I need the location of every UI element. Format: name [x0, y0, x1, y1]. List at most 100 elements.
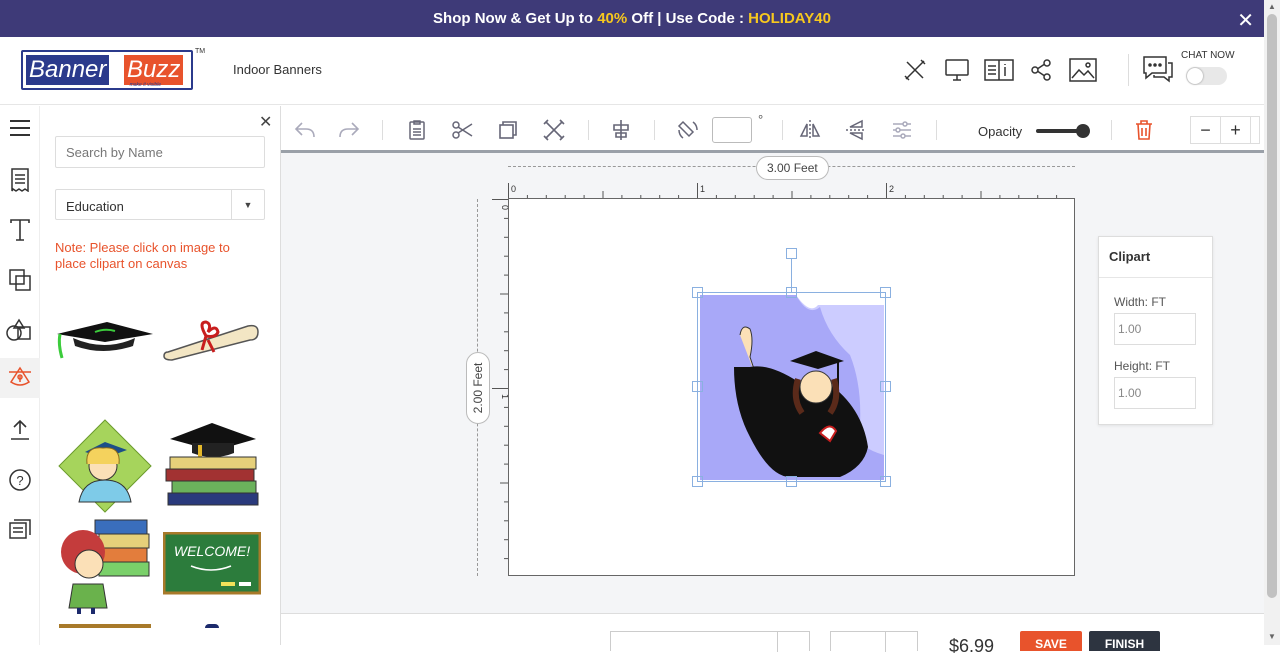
- chevron-down-icon[interactable]: ▼: [231, 190, 264, 219]
- clipart-diploma-scroll[interactable]: [162, 289, 262, 384]
- clipart-welcome-chalkboard[interactable]: WELCOME!: [162, 516, 262, 611]
- editor-toolbar: ° Opacity − +: [281, 106, 1264, 153]
- clipart-graduation-cap[interactable]: [55, 289, 155, 384]
- promo-bar: Shop Now & Get Up to 40% Off | Use Code …: [0, 0, 1264, 37]
- align-center-icon[interactable]: [608, 118, 634, 142]
- quantity-chevron-icon[interactable]: [777, 632, 809, 652]
- shapes-icon[interactable]: [0, 310, 40, 350]
- chat-icon[interactable]: [0, 510, 40, 550]
- product-info-icon[interactable]: [984, 56, 1014, 84]
- background-icon[interactable]: [0, 260, 40, 300]
- product-title: Indoor Banners: [233, 62, 322, 77]
- promo-text-pre: Shop Now & Get Up to: [433, 10, 594, 27]
- degree-symbol: °: [758, 112, 764, 127]
- promo-close-icon[interactable]: ✕: [1237, 8, 1254, 33]
- clipart-note: Note: Please click on image to place cli…: [55, 240, 230, 271]
- resize-handle-right[interactable]: [880, 381, 891, 392]
- menu-icon[interactable]: [0, 108, 40, 148]
- zoom-in-button[interactable]: +: [1221, 117, 1251, 143]
- promo-percent: 40%: [597, 10, 628, 27]
- resize-handle-top-left[interactable]: [692, 287, 703, 298]
- horizontal-ruler: 0 1 2: [508, 183, 1058, 199]
- page-scrollbar[interactable]: ▲ ▼: [1264, 0, 1280, 645]
- clipart-icon[interactable]: [0, 358, 40, 398]
- tool-rail: ?: [0, 106, 40, 645]
- templates-icon[interactable]: [0, 160, 40, 200]
- toolbar-divider: [654, 120, 655, 140]
- resize-handle-bottom[interactable]: [786, 476, 797, 487]
- resize-handle-bottom-right[interactable]: [880, 476, 891, 487]
- toolbar-divider: [1111, 120, 1112, 140]
- toolbar-divider: [782, 120, 783, 140]
- height-dimension-label: 2.00 Feet: [471, 362, 485, 414]
- height-input[interactable]: 1.00: [1114, 377, 1196, 409]
- scrollbar-thumb[interactable]: [1267, 14, 1277, 598]
- ruler-label: 2: [889, 184, 894, 194]
- adjust-settings-icon[interactable]: [889, 118, 915, 142]
- promo-text-mid: Off | Use Code :: [631, 10, 744, 27]
- rotate-handle[interactable]: [786, 248, 797, 259]
- toolbar-divider: [382, 120, 383, 140]
- resize-handle-top-right[interactable]: [880, 287, 891, 298]
- logo-part-buzz: Buzz: [124, 55, 184, 85]
- clipart-search-input[interactable]: [55, 136, 265, 168]
- save-button[interactable]: SAVE: [1020, 631, 1082, 651]
- width-label: Width: FT: [1114, 295, 1167, 309]
- chat-now-toggle[interactable]: [1186, 67, 1227, 85]
- category-select[interactable]: Education ▼: [55, 189, 265, 220]
- properties-divider: [1099, 277, 1212, 278]
- opacity-slider-thumb[interactable]: [1076, 124, 1090, 138]
- delete-x-icon[interactable]: [541, 118, 567, 142]
- desktop-preview-icon[interactable]: [942, 56, 972, 84]
- resize-handle-left[interactable]: [692, 381, 703, 392]
- properties-title: Clipart: [1109, 249, 1151, 264]
- brand-logo[interactable]: Banner Buzz make it visible: [21, 50, 193, 90]
- rotation-angle-input[interactable]: [712, 117, 752, 143]
- clipart-books-with-cap[interactable]: [162, 416, 262, 511]
- flip-vertical-icon[interactable]: [843, 118, 869, 142]
- opacity-slider[interactable]: [1036, 124, 1090, 138]
- help-icon[interactable]: ?: [0, 460, 40, 500]
- scroll-up-icon[interactable]: ▲: [1268, 2, 1276, 11]
- unit-select[interactable]: [830, 631, 918, 652]
- toggle-knob: [1187, 68, 1203, 84]
- undo-icon[interactable]: [292, 118, 318, 142]
- cut-icon[interactable]: [450, 118, 476, 142]
- width-dimension-label: 3.00 Feet: [756, 156, 829, 180]
- text-icon[interactable]: [0, 210, 40, 250]
- paste-icon[interactable]: [404, 118, 430, 142]
- logo-tagline: make it visible: [129, 82, 161, 88]
- clipart-graduate-girl[interactable]: [55, 418, 155, 513]
- trademark: TM: [195, 48, 206, 55]
- resize-handle-top[interactable]: [786, 287, 797, 298]
- quantity-select[interactable]: [610, 631, 810, 652]
- image-icon[interactable]: [1068, 56, 1098, 84]
- trash-icon[interactable]: [1131, 118, 1157, 142]
- clipart-girl-with-books[interactable]: [55, 518, 155, 614]
- share-icon[interactable]: [1026, 56, 1056, 84]
- toolbar-divider: [588, 120, 589, 140]
- panel-close-icon[interactable]: ✕: [259, 112, 272, 132]
- header: Banner Buzz make it visible TM Indoor Ba…: [0, 37, 1264, 105]
- upload-icon[interactable]: [0, 410, 40, 450]
- chat-now-icon[interactable]: [1142, 55, 1174, 88]
- chat-now-label: CHAT NOW: [1181, 50, 1235, 61]
- clipart-panel: ✕ Education ▼ Note: Please click on imag…: [40, 106, 281, 645]
- rotate-icon[interactable]: [675, 118, 701, 142]
- scroll-down-icon[interactable]: ▼: [1268, 632, 1276, 641]
- design-tools-icon[interactable]: [900, 56, 930, 84]
- ruler-label: 0: [500, 205, 508, 210]
- clipart-partial-1[interactable]: [55, 621, 155, 631]
- finish-button[interactable]: FINISH: [1089, 631, 1160, 651]
- resize-handle-bottom-left[interactable]: [692, 476, 703, 487]
- width-input[interactable]: 1.00: [1114, 313, 1196, 345]
- clipart-partial-2[interactable]: [162, 621, 262, 631]
- flip-horizontal-icon[interactable]: [797, 118, 823, 142]
- logo-part-banner: Banner: [26, 55, 110, 85]
- redo-icon[interactable]: [336, 118, 362, 142]
- unit-chevron-icon[interactable]: [885, 632, 917, 652]
- duplicate-icon[interactable]: [495, 118, 521, 142]
- selection-box[interactable]: [697, 292, 886, 482]
- ruler-label: 1: [500, 394, 508, 399]
- zoom-out-button[interactable]: −: [1191, 117, 1221, 143]
